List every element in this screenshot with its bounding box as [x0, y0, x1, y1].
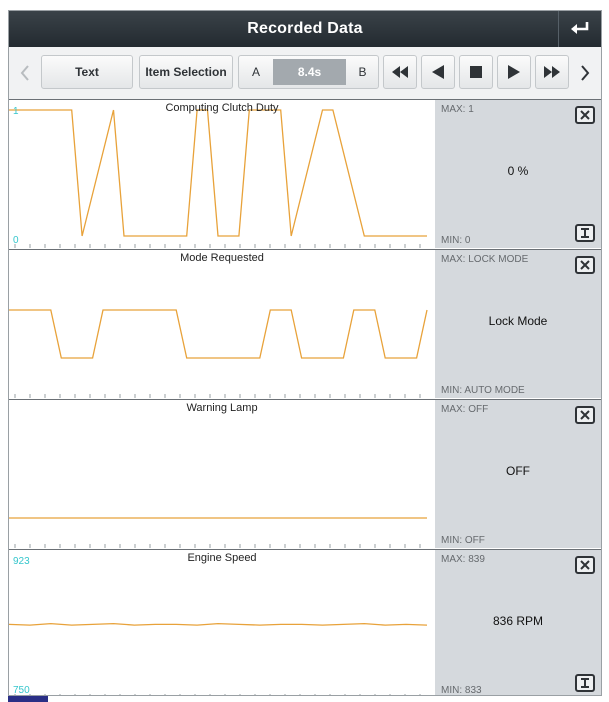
channel-info-panel: MAX: OFF OFF MIN: OFF	[435, 400, 601, 548]
close-icon	[580, 110, 590, 120]
channel-graph[interactable]: Engine Speed 923 750	[9, 550, 435, 696]
fast-rewind-icon	[392, 66, 408, 78]
channel-mode-requested: Mode Requested MAX: LOCK MODE Lock Mode …	[9, 249, 601, 399]
series-line	[9, 109, 427, 237]
max-value: MAX: 1	[441, 104, 474, 115]
engine-speed-chart	[9, 622, 428, 695]
channel-engine-speed: Engine Speed 923 750 MAX: 839 836 RPM MI…	[9, 549, 601, 696]
step-back-button[interactable]	[421, 55, 455, 89]
graph-min-label: 0	[13, 235, 19, 246]
current-value: 0 %	[507, 164, 529, 178]
graph-min-label: 750	[13, 685, 30, 696]
series-line	[9, 309, 428, 359]
min-value: MIN: 833	[441, 685, 482, 696]
current-value: OFF	[506, 464, 530, 478]
close-channel-button[interactable]	[575, 106, 595, 124]
graph-max-label: 923	[13, 556, 30, 567]
graph-max-label: 1	[13, 106, 19, 117]
previous-button[interactable]	[15, 59, 35, 87]
channel-graph[interactable]: Warning Lamp	[9, 400, 435, 548]
close-channel-button[interactable]	[575, 406, 595, 424]
close-icon	[580, 410, 590, 420]
return-arrow-icon	[571, 22, 589, 34]
graph-title: Computing Clutch Duty	[165, 102, 279, 114]
clutch-duty-chart	[9, 109, 427, 248]
series-line	[9, 622, 428, 626]
close-channel-button[interactable]	[575, 556, 595, 574]
close-icon	[580, 560, 590, 570]
step-back-icon	[432, 65, 444, 79]
max-value: MAX: 839	[441, 554, 485, 565]
min-value: MIN: AUTO MODE	[441, 385, 525, 396]
title-bar: Recorded Data	[9, 11, 601, 47]
min-value: MIN: 0	[441, 235, 471, 246]
graph-title: Engine Speed	[187, 552, 257, 564]
next-button[interactable]	[575, 59, 595, 87]
max-value: MAX: OFF	[441, 404, 489, 415]
fast-rewind-button[interactable]	[383, 55, 417, 89]
item-selection-button[interactable]: Item Selection	[139, 55, 233, 89]
scale-icon	[581, 228, 589, 238]
mode-requested-chart	[9, 309, 428, 398]
ab-range-control: A 8.4s B	[238, 55, 379, 89]
channel-graph[interactable]: Computing Clutch Duty 1 0	[9, 100, 435, 248]
stop-icon	[470, 66, 482, 78]
current-value: Lock Mode	[488, 314, 548, 328]
current-value: 836 RPM	[492, 614, 544, 628]
chevron-left-icon	[20, 65, 29, 81]
marker-b-button[interactable]: B	[346, 56, 379, 88]
marker-a-button[interactable]: A	[239, 56, 273, 88]
text-button[interactable]: Text	[41, 55, 133, 89]
min-value: MIN: OFF	[441, 535, 485, 546]
warning-lamp-chart	[9, 517, 427, 548]
recorded-data-window: Recorded Data Text Item Selection A 8.4s…	[8, 10, 602, 696]
page-title: Recorded Data	[247, 20, 363, 37]
channel-info-panel: MAX: LOCK MODE Lock Mode MIN: AUTO MODE	[435, 250, 601, 398]
status-tag	[8, 696, 48, 702]
back-button[interactable]	[558, 11, 601, 47]
channel-graph[interactable]: Mode Requested	[9, 250, 435, 398]
scale-button[interactable]	[575, 674, 595, 692]
graph-title: Warning Lamp	[186, 402, 258, 414]
close-channel-button[interactable]	[575, 256, 595, 274]
max-value: MAX: LOCK MODE	[441, 254, 529, 265]
close-icon	[580, 260, 590, 270]
fast-forward-button[interactable]	[535, 55, 569, 89]
chevron-right-icon	[581, 65, 590, 81]
channel-info-panel: MAX: 1 0 % MIN: 0	[435, 100, 601, 248]
scale-icon	[581, 678, 589, 688]
fast-forward-icon	[544, 66, 560, 78]
stop-button[interactable]	[459, 55, 493, 89]
toolbar: Text Item Selection A 8.4s B	[9, 47, 601, 100]
channel-warning-lamp: Warning Lamp MAX: OFF OFF MIN: OFF	[9, 399, 601, 549]
step-forward-icon	[508, 65, 520, 79]
time-display: 8.4s	[273, 59, 346, 85]
graph-title: Mode Requested	[180, 252, 264, 264]
step-forward-button[interactable]	[497, 55, 531, 89]
channel-info-panel: MAX: 839 836 RPM MIN: 833	[435, 550, 601, 696]
scale-button[interactable]	[575, 224, 595, 242]
channel-computing-clutch-duty: Computing Clutch Duty 1 0 MAX: 1 0 % MIN…	[9, 99, 601, 249]
